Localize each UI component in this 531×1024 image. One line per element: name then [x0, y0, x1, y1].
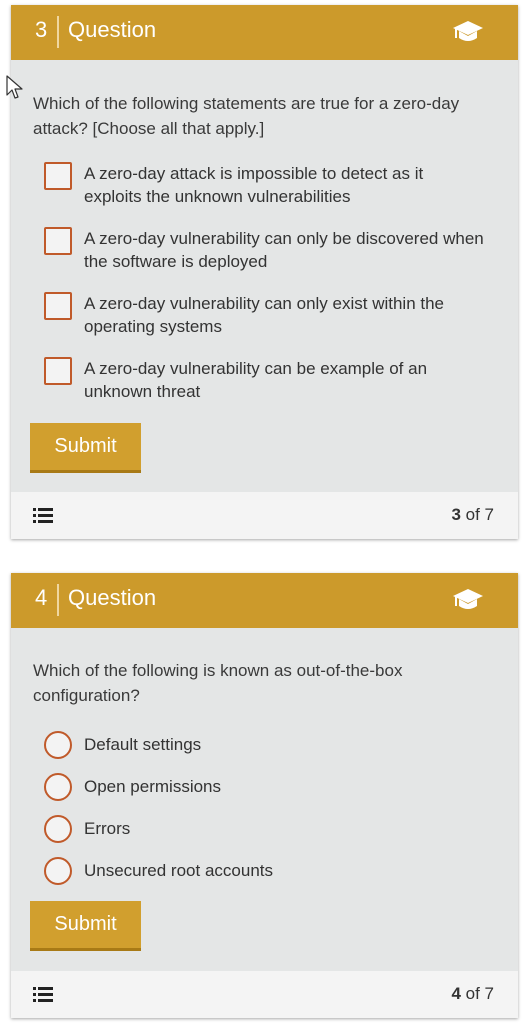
progress-current: 3	[451, 505, 461, 524]
list-icon[interactable]	[33, 987, 53, 1003]
checkbox[interactable]	[44, 357, 72, 385]
list-icon[interactable]	[33, 508, 53, 524]
option-label: Open permissions	[84, 777, 222, 796]
checkbox[interactable]	[44, 292, 72, 320]
card-footer: 3 of 7	[11, 492, 518, 539]
card-footer: 4 of 7	[11, 971, 518, 1018]
progress-indicator: 4 of 7	[451, 984, 494, 1004]
radio-button[interactable]	[44, 731, 72, 759]
option-label: A zero-day vulnerability can only exist …	[84, 294, 445, 336]
question-text: Which of the following is known as out-o…	[33, 661, 403, 705]
progress-total: of 7	[465, 505, 494, 524]
option-label: Errors	[84, 819, 131, 838]
submit-button[interactable]: Submit	[30, 901, 141, 951]
graduation-cap-icon	[453, 589, 483, 609]
card-header: 4 Question	[11, 573, 518, 628]
header-title: Question	[68, 17, 157, 42]
question-number: 3	[35, 17, 48, 42]
radio-button[interactable]	[44, 773, 72, 801]
card-header: 3 Question	[11, 5, 518, 60]
option-label: A zero-day vulnerability can be example …	[84, 359, 428, 401]
progress-total: of 7	[465, 984, 494, 1003]
progress-indicator: 3 of 7	[451, 505, 494, 525]
question-card-3: 3 Question Which of the following statem…	[11, 5, 518, 539]
radio-button[interactable]	[44, 815, 72, 843]
progress-current: 4	[451, 984, 461, 1003]
question-card-4: 4 Question Which of the following is kno…	[11, 573, 518, 1018]
question-number: 4	[35, 585, 48, 610]
graduation-cap-icon	[453, 21, 483, 41]
radio-button[interactable]	[44, 857, 72, 885]
header-title: Question	[68, 585, 157, 610]
option-label: Unsecured root accounts	[84, 861, 273, 880]
submit-button[interactable]: Submit	[30, 423, 141, 473]
header-divider	[57, 16, 59, 48]
mouse-cursor-icon	[6, 75, 23, 99]
option-label: Default settings	[84, 735, 202, 754]
checkbox[interactable]	[44, 162, 72, 190]
option-label: A zero-day vulnerability can only be dis…	[84, 229, 484, 271]
header-divider	[57, 584, 59, 616]
checkbox[interactable]	[44, 227, 72, 255]
option-label: A zero-day attack is impossible to detec…	[84, 164, 424, 206]
question-text: Which of the following statements are tr…	[33, 94, 460, 138]
